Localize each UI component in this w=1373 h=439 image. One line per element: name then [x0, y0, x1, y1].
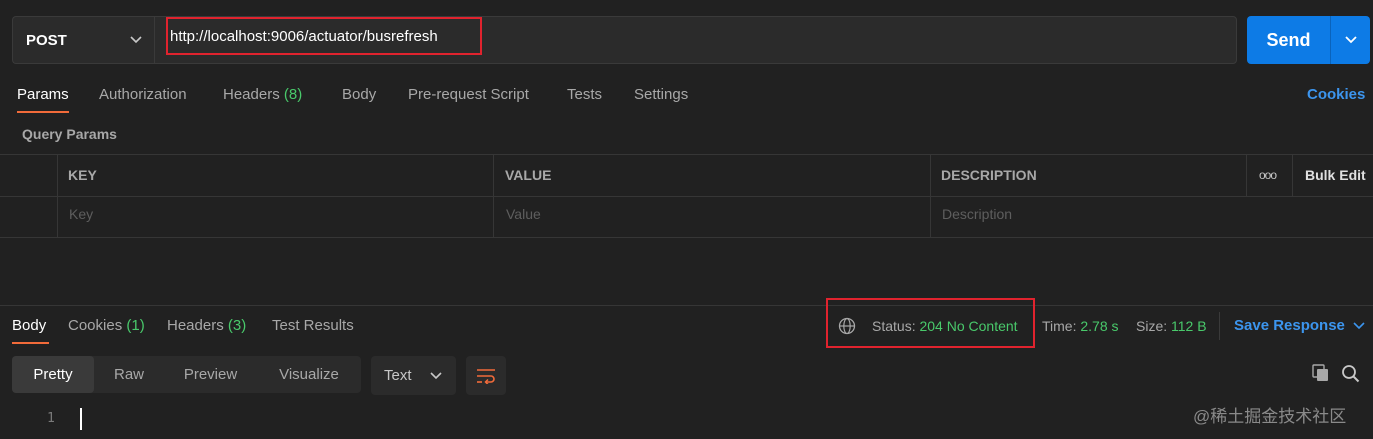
tab-label: Params	[17, 86, 69, 103]
view-mode-segmented-control: Pretty Raw Preview Visualize	[12, 356, 361, 393]
more-options-icon[interactable]: ooo	[1259, 168, 1277, 182]
column-header-description: DESCRIPTION	[941, 167, 1037, 183]
globe-icon[interactable]	[838, 317, 856, 335]
format-select[interactable]: Text	[371, 356, 456, 395]
table-border-bottom	[0, 237, 1373, 238]
method-label: POST	[26, 31, 67, 49]
method-select[interactable]: POST	[12, 16, 154, 64]
search-icon[interactable]	[1341, 364, 1360, 383]
table-col-divider	[1246, 154, 1247, 197]
tab-label: Settings	[634, 86, 689, 103]
table-col-divider	[1292, 154, 1293, 197]
size-indicator[interactable]: Size: 112 B	[1136, 318, 1207, 334]
send-label: Send	[1266, 29, 1311, 50]
chevron-down-icon	[1344, 36, 1357, 44]
tab-label: Cookies	[68, 317, 123, 334]
table-border-top	[0, 154, 1373, 155]
tab-label: Headers	[223, 86, 280, 103]
tab-tests[interactable]: Tests	[567, 86, 602, 103]
table-col-divider	[57, 154, 58, 238]
tab-label: Headers	[167, 317, 224, 334]
tab-count: (1)	[126, 317, 145, 334]
send-options-button[interactable]	[1331, 36, 1370, 44]
tab-settings[interactable]: Settings	[634, 86, 688, 103]
status-label: Status:	[872, 318, 916, 334]
tab-params[interactable]: Params	[17, 86, 69, 103]
wrap-lines-icon	[477, 368, 495, 384]
response-tab-cookies[interactable]: Cookies (1)	[68, 317, 145, 334]
wrap-lines-button[interactable]	[466, 356, 506, 395]
active-tab-indicator	[12, 342, 49, 344]
meta-divider	[1219, 312, 1220, 340]
chevron-down-icon	[130, 36, 142, 44]
view-mode-preview[interactable]: Preview	[164, 356, 257, 393]
response-divider	[0, 305, 1373, 306]
response-tab-body[interactable]: Body	[12, 317, 46, 334]
status-indicator[interactable]: Status: 204 No Content	[872, 318, 1018, 334]
key-input[interactable]: Key	[69, 206, 93, 222]
line-number: 1	[47, 411, 55, 426]
view-mode-pretty[interactable]: Pretty	[12, 356, 94, 393]
text-cursor[interactable]	[80, 408, 82, 430]
tab-label: Body	[342, 86, 377, 103]
tab-count: (3)	[227, 317, 247, 334]
save-response-label: Save Response	[1234, 317, 1345, 334]
table-col-divider	[930, 154, 931, 238]
chevron-down-icon	[430, 371, 442, 379]
size-value: 112 B	[1171, 318, 1207, 334]
view-mode-raw[interactable]: Raw	[94, 356, 164, 393]
time-label: Time:	[1042, 318, 1077, 334]
table-border-mid	[0, 196, 1373, 197]
chevron-down-icon	[1353, 321, 1365, 329]
tab-pre-request-script[interactable]: Pre-request Script	[408, 86, 529, 103]
tab-label: Authorization	[99, 86, 187, 103]
url-input[interactable]: http://localhost:9006/actuator/busrefres…	[166, 17, 482, 55]
column-header-value: VALUE	[505, 167, 552, 183]
response-tab-headers[interactable]: Headers (3)	[167, 317, 246, 334]
tab-label: Pre-request Script	[408, 86, 529, 103]
tab-authorization[interactable]: Authorization	[99, 86, 187, 103]
time-indicator[interactable]: Time: 2.78 s	[1042, 318, 1119, 334]
format-label: Text	[384, 367, 412, 384]
response-tab-test-results[interactable]: Test Results	[272, 317, 354, 334]
tab-body[interactable]: Body	[342, 86, 376, 103]
tab-label: Tests	[567, 86, 603, 103]
table-col-divider	[493, 154, 494, 238]
url-value: http://localhost:9006/actuator/busrefres…	[170, 27, 438, 45]
size-label: Size:	[1136, 318, 1168, 334]
tab-label: Body	[12, 317, 47, 334]
send-button[interactable]: Send	[1247, 16, 1370, 64]
description-input[interactable]: Description	[942, 206, 1012, 222]
watermark: @稀土掘金技术社区	[1193, 407, 1347, 426]
time-value: 2.78 s	[1080, 318, 1119, 334]
save-response-button[interactable]: Save Response	[1234, 317, 1365, 334]
column-header-key: KEY	[68, 167, 97, 183]
view-mode-visualize[interactable]: Visualize	[257, 356, 361, 393]
active-tab-indicator	[17, 111, 69, 113]
copy-icon[interactable]	[1312, 364, 1330, 382]
tab-headers[interactable]: Headers (8)	[223, 86, 302, 103]
cookies-link[interactable]: Cookies	[1307, 86, 1365, 103]
bulk-edit-button[interactable]: Bulk Edit	[1305, 167, 1366, 183]
tab-label: Test Results	[272, 317, 354, 334]
tab-count: (8)	[283, 86, 303, 103]
value-input[interactable]: Value	[506, 206, 541, 222]
query-params-title: Query Params	[22, 126, 117, 142]
status-value: 204 No Content	[919, 318, 1018, 334]
